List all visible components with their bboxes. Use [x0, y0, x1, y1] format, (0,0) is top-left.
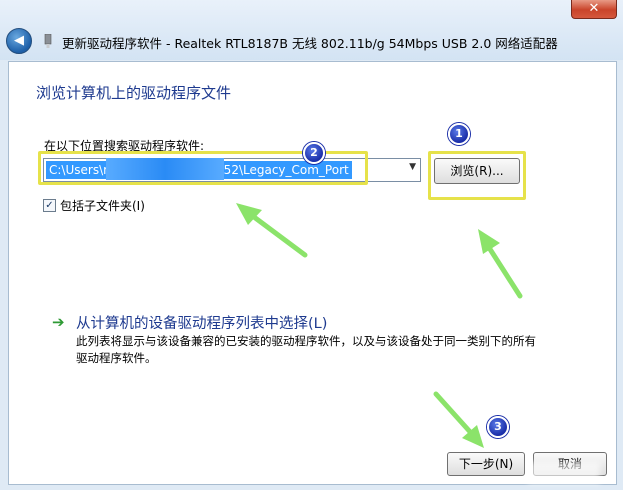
- next-button[interactable]: 下一步(N): [447, 452, 525, 476]
- page-heading: 浏览计算机上的驱动程序文件: [36, 84, 232, 102]
- step-badge-3: 3: [487, 416, 509, 438]
- watermark-overlay: [528, 462, 600, 484]
- step-badge-1: 1: [448, 123, 470, 145]
- highlight-browse-box: [428, 151, 526, 200]
- pick-from-list-description: 此列表将显示与该设备兼容的已安装的驱动程序软件，以及与该设备处于同一类别下的所有…: [76, 334, 536, 365]
- usb-device-icon: [44, 34, 52, 48]
- window-title: 更新驱动程序软件 - Realtek RTL8187B 无线 802.11b/g…: [62, 36, 558, 51]
- back-button[interactable]: ◀: [6, 28, 32, 54]
- include-subfolders-checkbox[interactable]: ✓: [43, 199, 56, 212]
- dialog-content: [8, 61, 617, 485]
- pick-from-list-link[interactable]: 从计算机的设备驱动程序列表中选择(L): [76, 312, 327, 333]
- close-button[interactable]: ✕: [571, 0, 617, 19]
- step-badge-2: 2: [303, 142, 325, 164]
- include-subfolders-label: 包括子文件夹(I): [60, 199, 145, 213]
- green-arrow-icon: ➔: [52, 313, 65, 331]
- chevron-down-icon[interactable]: ▼: [409, 162, 416, 172]
